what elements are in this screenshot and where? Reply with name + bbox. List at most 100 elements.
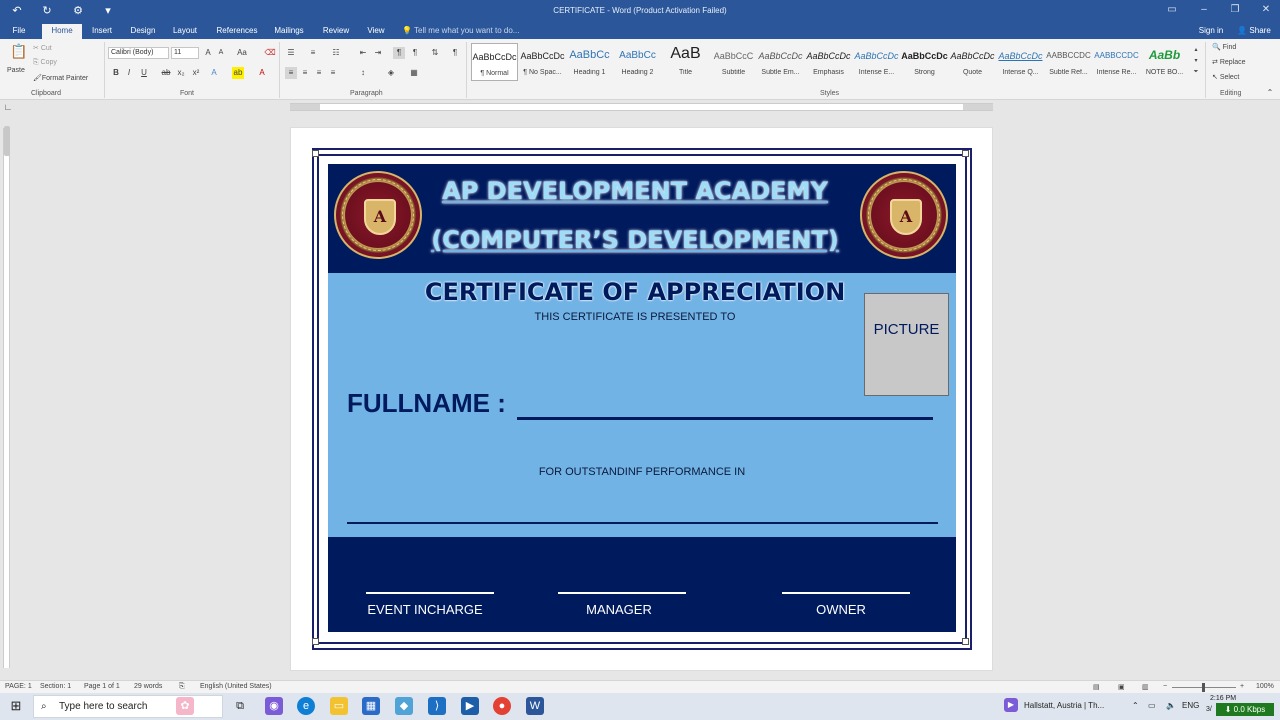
style-intense-quote[interactable]: AaBbCcDc Intense Q...: [997, 43, 1044, 81]
network-icon[interactable]: ▭: [1148, 701, 1156, 710]
tab-layout[interactable]: Layout: [169, 24, 201, 39]
word-icon[interactable]: W: [526, 697, 544, 715]
strikethrough-icon[interactable]: ab: [160, 67, 172, 79]
collapse-ribbon-icon[interactable]: ⌃: [1264, 87, 1276, 99]
ltr-icon[interactable]: ¶: [393, 47, 405, 59]
italic-icon[interactable]: I: [123, 67, 135, 79]
clock-time[interactable]: 2:16 PM: [1210, 695, 1236, 702]
change-case-icon[interactable]: Aa: [236, 47, 248, 59]
style-strong[interactable]: AaBbCcDc Strong: [901, 43, 948, 81]
clock-date[interactable]: 3/: [1206, 706, 1212, 713]
print-layout-icon[interactable]: ▣: [1118, 683, 1125, 691]
resize-handle[interactable]: [312, 150, 319, 157]
tab-design[interactable]: Design: [127, 24, 159, 39]
proofing-icon[interactable]: ⎘: [179, 683, 185, 691]
borders-icon[interactable]: ▦: [408, 67, 420, 79]
shrink-font-icon[interactable]: A: [215, 47, 227, 59]
replace-button[interactable]: ⇄ Replace: [1212, 58, 1246, 66]
style-emphasis[interactable]: AaBbCcDc Emphasis: [805, 43, 852, 81]
style-intense-reference[interactable]: AABBCCDC Intense Re...: [1093, 43, 1140, 81]
app-icon[interactable]: ◆: [395, 697, 413, 715]
numbering-icon[interactable]: ≡: [307, 47, 319, 59]
copilot-icon[interactable]: ◉: [265, 697, 283, 715]
style-intense-emphasis[interactable]: AaBbCcDc Intense E...: [853, 43, 900, 81]
fullname-label[interactable]: FULLNAME :: [347, 388, 506, 419]
resize-handle[interactable]: [962, 150, 969, 157]
find-button[interactable]: 🔍 Find: [1212, 43, 1236, 51]
line-spacing-icon[interactable]: ↕: [357, 67, 369, 79]
task-view-icon[interactable]: ⧉: [231, 697, 249, 715]
shading-icon[interactable]: ◈: [385, 67, 397, 79]
vertical-ruler[interactable]: [0, 114, 12, 680]
clear-format-icon[interactable]: ⌫: [264, 47, 276, 59]
tab-file[interactable]: File: [8, 24, 30, 39]
status-words[interactable]: 29 words: [134, 683, 162, 690]
chrome-icon[interactable]: ●: [493, 697, 511, 715]
sign-in-link[interactable]: Sign in: [1194, 24, 1228, 39]
subscript-icon[interactable]: x₂: [175, 67, 187, 79]
style-note-box[interactable]: AaBb NOTE BO...: [1141, 43, 1188, 81]
restore-button[interactable]: ❐: [1226, 3, 1244, 17]
show-marks-icon[interactable]: ¶: [449, 47, 461, 59]
tab-selector-icon[interactable]: ∟: [2, 101, 14, 113]
weather-app-icon[interactable]: ▶: [1004, 698, 1018, 712]
style-heading-1[interactable]: AaBbCc Heading 1: [566, 43, 613, 81]
style-quote[interactable]: AaBbCcDc Quote: [949, 43, 996, 81]
web-layout-icon[interactable]: ▥: [1142, 683, 1149, 691]
tab-review[interactable]: Review: [320, 24, 352, 39]
decrease-indent-icon[interactable]: ⇤: [357, 47, 369, 59]
cut-button[interactable]: ✂ Cut: [33, 44, 52, 52]
style-subtitle[interactable]: AaBbCcC Subtitle: [710, 43, 757, 81]
rtl-icon[interactable]: ¶: [409, 47, 421, 59]
style-subtle-emphasis[interactable]: AaBbCcDc Subtle Em...: [757, 43, 804, 81]
close-button[interactable]: ✕: [1257, 3, 1275, 17]
academy-name[interactable]: AP DEVELOPMENT ACADEMY: [400, 177, 870, 205]
performance-text[interactable]: FOR OUTSTANDINF PERFORMANCE IN: [500, 466, 784, 478]
zoom-slider-thumb[interactable]: [1202, 683, 1205, 692]
language-indicator[interactable]: ENG: [1182, 701, 1199, 710]
store-icon[interactable]: ▦: [362, 697, 380, 715]
font-size-combo[interactable]: 11: [171, 47, 199, 59]
align-center-icon[interactable]: ≡: [299, 67, 311, 79]
highlight-icon[interactable]: ab: [232, 67, 244, 79]
share-button[interactable]: 👤 Share: [1234, 24, 1274, 39]
weather-text[interactable]: Hallstatt, Austria | Th...: [1024, 701, 1104, 710]
font-color-icon[interactable]: A: [256, 67, 268, 79]
academy-subtitle[interactable]: (COMPUTER’S DEVELOPMENT): [400, 226, 870, 254]
superscript-icon[interactable]: x²: [190, 67, 202, 79]
search-highlight-icon[interactable]: ✿: [176, 697, 194, 715]
style-title[interactable]: AaB Title: [662, 43, 709, 81]
tell-me-box[interactable]: 💡 Tell me what you want to do...: [402, 24, 527, 39]
tab-mailings[interactable]: Mailings: [270, 24, 308, 39]
edge-icon[interactable]: e: [297, 697, 315, 715]
align-right-icon[interactable]: ≡: [313, 67, 325, 79]
text-effects-icon[interactable]: A: [208, 67, 220, 79]
minimize-button[interactable]: –: [1195, 3, 1213, 17]
paste-label[interactable]: Paste: [7, 67, 25, 74]
signature-event-incharge[interactable]: EVENT INCHARGE: [346, 602, 504, 617]
media-icon[interactable]: ▶: [461, 697, 479, 715]
increase-indent-icon[interactable]: ⇥: [372, 47, 384, 59]
grow-font-icon[interactable]: A: [202, 47, 214, 59]
align-left-icon[interactable]: ≡: [285, 67, 297, 79]
bullets-icon[interactable]: ☰: [285, 47, 297, 59]
style-no-spacing[interactable]: AaBbCcDc ¶ No Spac...: [519, 43, 566, 81]
style-normal[interactable]: AaBbCcDc ¶ Normal: [471, 43, 518, 81]
zoom-in-icon[interactable]: +: [1240, 683, 1244, 690]
presented-to-text[interactable]: THIS CERTIFICATE IS PRESENTED TO: [500, 311, 770, 323]
certificate-title[interactable]: CERTIFICATE OF APPRECIATION: [400, 278, 870, 306]
tray-chevron-icon[interactable]: ⌃: [1132, 701, 1139, 710]
status-page[interactable]: PAGE: 1: [5, 683, 32, 690]
zoom-level[interactable]: 100%: [1256, 683, 1274, 690]
justify-icon[interactable]: ≡: [327, 67, 339, 79]
status-section[interactable]: Section: 1: [40, 683, 71, 690]
multilevel-list-icon[interactable]: ☷: [330, 47, 342, 59]
font-name-combo[interactable]: Calibri (Body): [108, 47, 169, 59]
read-mode-icon[interactable]: ▤: [1093, 683, 1100, 691]
ribbon-display-icon[interactable]: ▭: [1163, 3, 1181, 17]
status-language[interactable]: English (United States): [200, 683, 272, 690]
styles-scroll-icon[interactable]: ▴ ▾ ⏷: [1190, 45, 1202, 81]
taskbar-search[interactable]: ⌕ Type here to search: [33, 695, 223, 718]
sort-icon[interactable]: ⇅: [429, 47, 441, 59]
resize-handle[interactable]: [962, 638, 969, 645]
